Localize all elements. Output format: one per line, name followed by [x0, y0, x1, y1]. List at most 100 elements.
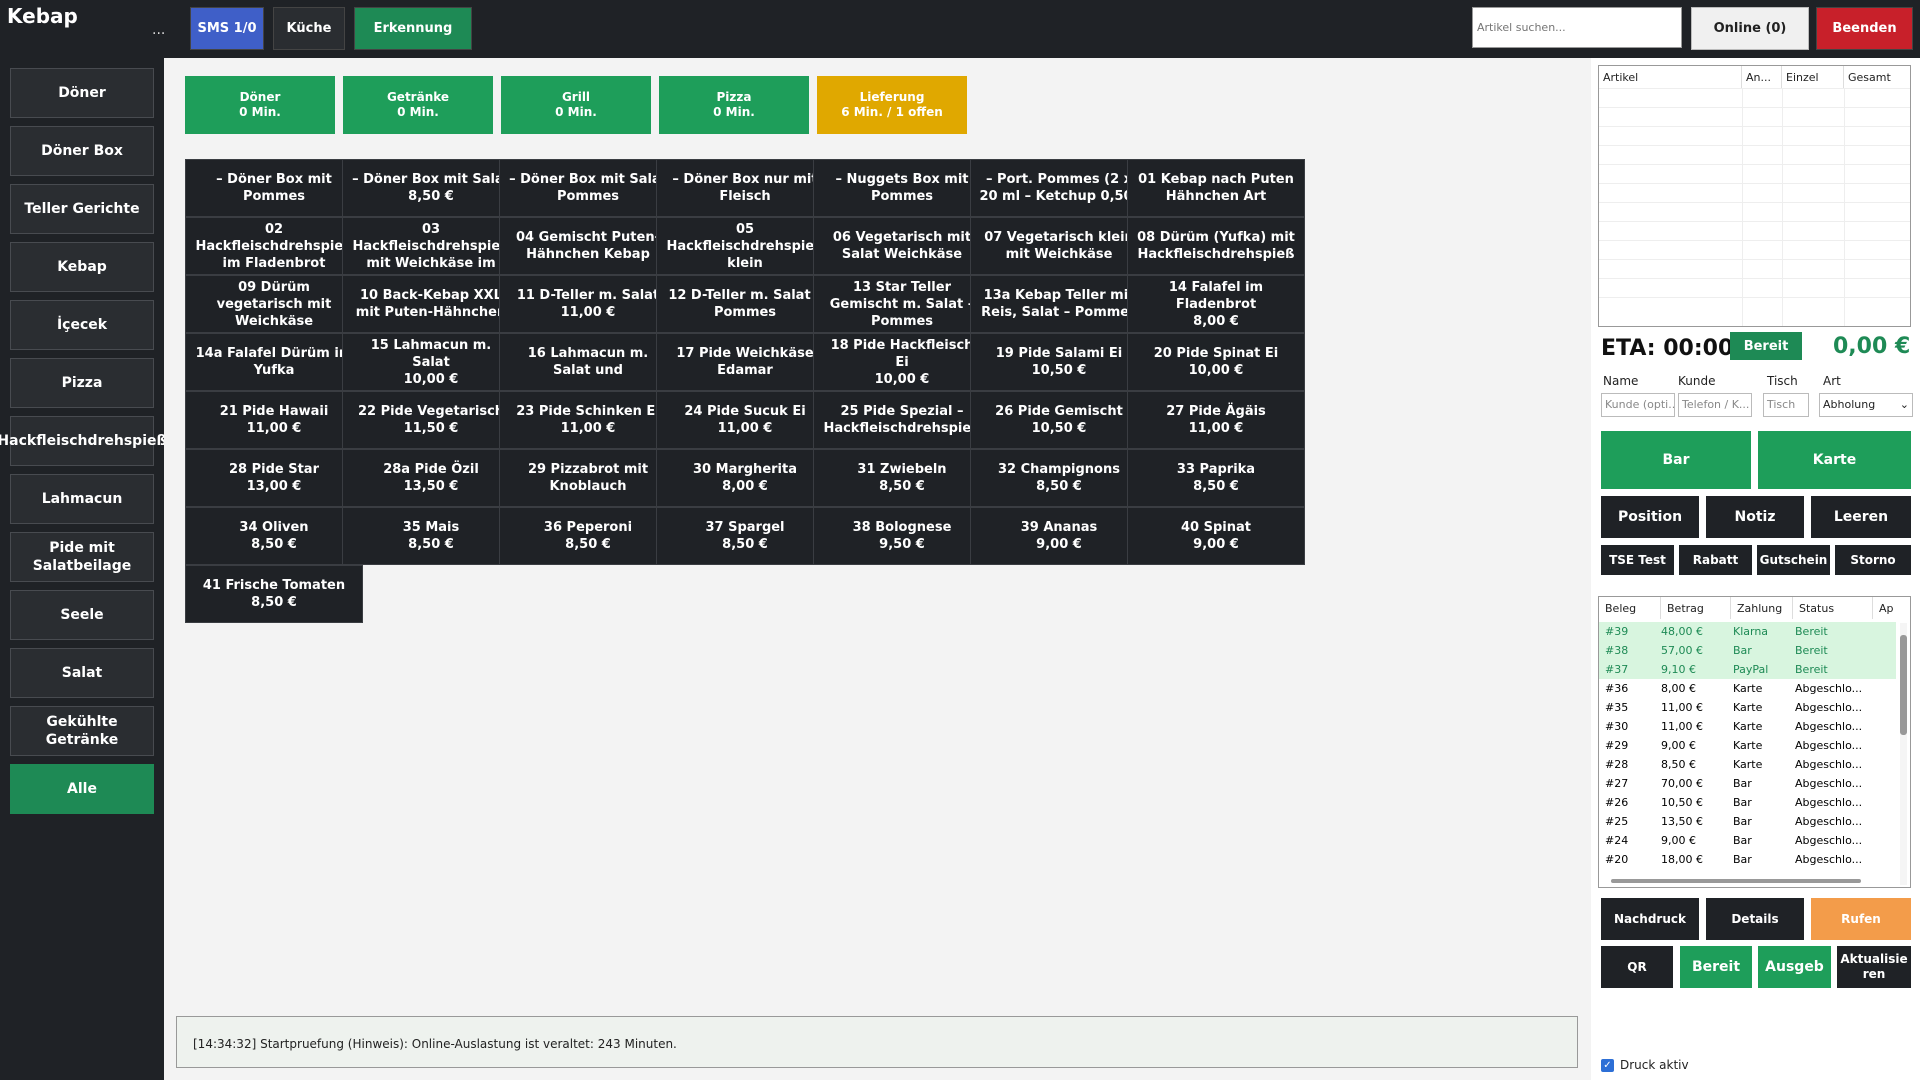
column-header[interactable]: An...	[1742, 66, 1782, 88]
product-button[interactable]: 20 Pide Spinat Ei 10,00 €	[1127, 333, 1305, 391]
product-button[interactable]: 13a Kebap Teller mit Reis, Salat – Pomme…	[970, 275, 1148, 333]
receipt-row[interactable]: #29 9,00 € Karte Abgeschlo...	[1599, 736, 1896, 755]
mark-ready-button[interactable]: Bereit	[1680, 946, 1752, 988]
product-button[interactable]: 13 Star Teller Gemischt m. Salat – Pomme…	[813, 275, 991, 333]
call-customer-button[interactable]: Rufen	[1811, 898, 1911, 940]
receipt-row[interactable]: #39 48,00 € Klarna Bereit	[1599, 622, 1896, 641]
product-button[interactable]: 14a Falafel Dürüm im Yufka	[185, 333, 363, 391]
checkbox-checked-icon[interactable]: ✓	[1601, 1058, 1614, 1072]
position-button[interactable]: Position	[1601, 496, 1699, 538]
horizontal-scrollbar[interactable]	[1611, 879, 1861, 883]
column-header[interactable]: Zahlung	[1731, 597, 1793, 619]
product-button[interactable]: 36 Peperoni 8,50 €	[499, 507, 677, 565]
receipt-row[interactable]: #27 70,00 € Bar Abgeschlo...	[1599, 774, 1896, 793]
product-button[interactable]: 39 Ananas 9,00 €	[970, 507, 1148, 565]
category-teller-gerichte[interactable]: Teller Gerichte	[10, 184, 154, 234]
qr-button[interactable]: QR	[1601, 946, 1673, 988]
product-button[interactable]: 12 D-Teller m. Salat – Pommes	[656, 275, 834, 333]
product-button[interactable]: 02 Hackfleischdrehspieß im Fladenbrot	[185, 217, 363, 275]
product-button[interactable]: 29 Pizzabrot mit Knoblauch	[499, 449, 677, 507]
clear-button[interactable]: Leeren	[1811, 496, 1911, 538]
receipt-row[interactable]: #36 8,00 € Karte Abgeschlo...	[1599, 679, 1896, 698]
product-button[interactable]: 05 Hackfleischdrehspieß klein	[656, 217, 834, 275]
station-timer-getraenke[interactable]: Getränke 0 Min.	[343, 76, 493, 134]
product-button[interactable]: 41 Frische Tomaten 8,50 €	[185, 565, 363, 623]
column-header[interactable]: Beleg	[1599, 597, 1661, 619]
category-doener[interactable]: Döner	[10, 68, 154, 118]
sms-button[interactable]: SMS 1/0	[190, 7, 264, 50]
product-button[interactable]: – Nuggets Box mit Pommes	[813, 159, 991, 217]
column-header[interactable]: Einzel	[1782, 66, 1844, 88]
product-button[interactable]: 25 Pide Spezial – Hackfleischdrehspieß	[813, 391, 991, 449]
station-timer-doener[interactable]: Döner 0 Min.	[185, 76, 335, 134]
category-gekuehlte-getraenke[interactable]: Gekühlte Getränke	[10, 706, 154, 756]
receipt-row[interactable]: #28 8,50 € Karte Abgeschlo...	[1599, 755, 1896, 774]
product-button[interactable]: – Döner Box mit Salat Pommes	[499, 159, 677, 217]
product-button[interactable]: 10 Back-Kebap XXL mit Puten-Hähnchen	[342, 275, 520, 333]
receipt-row[interactable]: #30 11,00 € Karte Abgeschlo...	[1599, 717, 1896, 736]
receipt-row[interactable]: #20 18,00 € Bar Abgeschlo...	[1599, 850, 1896, 869]
station-timer-grill[interactable]: Grill 0 Min.	[501, 76, 651, 134]
station-timer-pizza[interactable]: Pizza 0 Min.	[659, 76, 809, 134]
product-button[interactable]: 06 Vegetarisch mit Salat Weichkäse	[813, 217, 991, 275]
product-button[interactable]: 15 Lahmacun m. Salat 10,00 €	[342, 333, 520, 391]
receipt-row[interactable]: #25 13,50 € Bar Abgeschlo...	[1599, 812, 1896, 831]
column-header[interactable]: Artikel	[1599, 66, 1742, 88]
product-button[interactable]: 28a Pide Özil 13,50 €	[342, 449, 520, 507]
category-doener-box[interactable]: Döner Box	[10, 126, 154, 176]
column-header[interactable]: Status	[1793, 597, 1873, 619]
hand-out-button[interactable]: Ausgeb	[1758, 946, 1831, 988]
column-header[interactable]: Ap	[1873, 597, 1903, 619]
product-button[interactable]: 22 Pide Vegetarisch 11,50 €	[342, 391, 520, 449]
product-button[interactable]: 40 Spinat 9,00 €	[1127, 507, 1305, 565]
table-input[interactable]: Tisch	[1763, 393, 1809, 417]
product-button[interactable]: 03 Hackfleischdrehspieß mit Weichkäse im	[342, 217, 520, 275]
category-hackfleischdrehspiess[interactable]: Hackfleischdrehspieß	[0, 416, 167, 466]
product-button[interactable]: 37 Spargel 8,50 €	[656, 507, 834, 565]
product-button[interactable]: – Döner Box mit Pommes	[185, 159, 363, 217]
product-button[interactable]: 31 Zwiebeln 8,50 €	[813, 449, 991, 507]
details-button[interactable]: Details	[1706, 898, 1804, 940]
category-lahmacun[interactable]: Lahmacun	[10, 474, 154, 524]
receipt-row[interactable]: #24 9,00 € Bar Abgeschlo...	[1599, 831, 1896, 850]
product-button[interactable]: 19 Pide Salami Ei 10,50 €	[970, 333, 1148, 391]
product-button[interactable]: 32 Champignons 8,50 €	[970, 449, 1148, 507]
category-pizza[interactable]: Pizza	[10, 358, 154, 408]
product-button[interactable]: 08 Dürüm (Yufka) mit Hackfleischdrehspie…	[1127, 217, 1305, 275]
product-button[interactable]: 01 Kebap nach Puten Hähnchen Art	[1127, 159, 1305, 217]
cancel-order-button[interactable]: Storno	[1835, 545, 1911, 575]
customer-name-input[interactable]: Kunde (opti...	[1601, 393, 1675, 417]
print-active-toggle[interactable]: ✓ Druck aktiv	[1601, 1058, 1689, 1072]
product-button[interactable]: 09 Dürüm vegetarisch mit Weichkäse	[185, 275, 363, 333]
category-seele[interactable]: Seele	[10, 590, 154, 640]
product-button[interactable]: – Döner Box nur mit Fleisch	[656, 159, 834, 217]
product-button[interactable]: 11 D-Teller m. Salat 11,00 €	[499, 275, 677, 333]
receipt-row[interactable]: #26 10,50 € Bar Abgeschlo...	[1599, 793, 1896, 812]
article-search-input[interactable]	[1472, 7, 1682, 48]
product-button[interactable]: – Döner Box mit Salat 8,50 €	[342, 159, 520, 217]
product-button[interactable]: 07 Vegetarisch klein mit Weichkäse	[970, 217, 1148, 275]
receipt-row[interactable]: #37 9,10 € PayPal Bereit	[1599, 660, 1896, 679]
kitchen-button[interactable]: Küche	[273, 7, 345, 50]
online-orders-button[interactable]: Online (0)	[1691, 7, 1809, 50]
product-button[interactable]: 17 Pide Weichkäse Edamar	[656, 333, 834, 391]
product-button[interactable]: 34 Oliven 8,50 €	[185, 507, 363, 565]
product-button[interactable]: 33 Paprika 8,50 €	[1127, 449, 1305, 507]
reprint-button[interactable]: Nachdruck	[1601, 898, 1699, 940]
receipt-row[interactable]: #35 11,00 € Karte Abgeschlo...	[1599, 698, 1896, 717]
product-button[interactable]: 27 Pide Ägäis 11,00 €	[1127, 391, 1305, 449]
product-button[interactable]: 23 Pide Schinken Ei 11,00 €	[499, 391, 677, 449]
product-button[interactable]: 30 Margherita 8,00 €	[656, 449, 834, 507]
category-icecek[interactable]: İçecek	[10, 300, 154, 350]
product-button[interactable]: 18 Pide Hackfleisch Ei 10,00 €	[813, 333, 991, 391]
order-type-select[interactable]: Abholung ⌄	[1819, 393, 1913, 417]
product-button[interactable]: 35 Mais 8,50 €	[342, 507, 520, 565]
note-button[interactable]: Notiz	[1706, 496, 1804, 538]
column-header[interactable]: Gesamt	[1844, 66, 1910, 88]
category-salat[interactable]: Salat	[10, 648, 154, 698]
tse-test-button[interactable]: TSE Test	[1601, 545, 1674, 575]
column-header[interactable]: Betrag	[1661, 597, 1731, 619]
recognition-button[interactable]: Erkennung	[354, 7, 472, 50]
product-button[interactable]: 24 Pide Sucuk Ei 11,00 €	[656, 391, 834, 449]
more-menu-button[interactable]: ...	[152, 22, 165, 38]
